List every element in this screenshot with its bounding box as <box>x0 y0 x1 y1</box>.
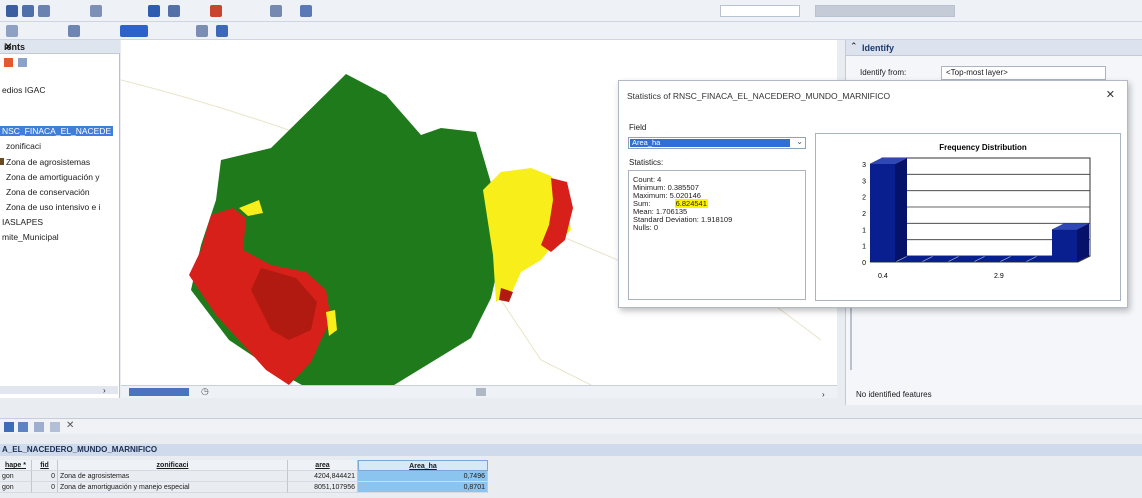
select-by-attributes-icon[interactable] <box>34 422 44 432</box>
table-cell[interactable]: gon <box>0 482 32 493</box>
column-header-area[interactable]: area <box>288 460 358 471</box>
x-tick-label: 0.4 <box>878 273 888 280</box>
toc-item-amortiguacion[interactable]: Zona de amortiguación y <box>6 172 100 182</box>
column-header-fid[interactable]: fid <box>32 460 58 471</box>
attribute-table-title: A_EL_NACEDERO_MUNDO_MARNIFICO <box>2 445 158 454</box>
list-by-drawing-order-icon[interactable] <box>4 58 13 67</box>
main-toolbar <box>0 0 1142 22</box>
y-tick-label: 3 <box>862 178 866 185</box>
map-scrollbar-thumb[interactable] <box>476 388 486 396</box>
dialog-title: Statistics of RNSC_FINACA_EL_NACEDERO_MU… <box>627 91 891 101</box>
zoom-icon[interactable] <box>168 5 180 17</box>
layer-icon[interactable] <box>210 5 222 17</box>
attribute-table-toolbar: ✕ <box>0 418 1142 434</box>
toc-item-medios-igac[interactable]: edios IGAC <box>2 85 45 95</box>
table-of-contents: ients ✕ edios IGAC NSC_FINACA_EL_NACEDE … <box>0 40 120 398</box>
y-tick-label: 1 <box>862 244 866 251</box>
stat-nulls: Nulls: 0 <box>633 223 659 232</box>
toc-item-zonificaci[interactable]: zonificaci <box>6 141 41 151</box>
table-cell[interactable]: 8051,107956 <box>288 482 358 493</box>
bar <box>870 164 895 262</box>
identify-expand-icon[interactable]: › <box>822 390 825 399</box>
column-header-zonificaci[interactable]: zonificaci <box>58 460 288 471</box>
chart-title: Frequency Distribution <box>939 143 1027 152</box>
table-options-icon[interactable] <box>4 422 14 432</box>
table-cell[interactable]: gon <box>0 471 32 482</box>
new-icon[interactable] <box>6 5 18 17</box>
map-status-bar: ◷ <box>121 385 837 398</box>
table-cell[interactable]: 0 <box>32 471 58 482</box>
toc-item-iaslapes[interactable]: IASLAPES <box>2 217 43 227</box>
scroll-right-icon[interactable]: › <box>103 386 106 395</box>
select-icon[interactable] <box>6 25 18 37</box>
related-tables-icon[interactable] <box>18 422 28 432</box>
list-by-source-icon[interactable] <box>18 58 27 67</box>
georeferencing-layer-combo[interactable] <box>720 5 800 17</box>
identify-from-label: Identify from: <box>860 68 907 77</box>
table-cell[interactable]: Zona de amortiguación y manejo especial <box>58 482 288 493</box>
field-label: Field <box>629 123 647 132</box>
save-icon[interactable] <box>38 5 50 17</box>
column-header-shape[interactable]: hape * <box>0 460 32 471</box>
bar-side <box>895 158 907 262</box>
measure-icon[interactable] <box>68 25 80 37</box>
close-icon[interactable]: ✕ <box>4 42 116 53</box>
toc-item-uso-intensivo[interactable]: Zona de uso intensivo e i <box>6 202 101 212</box>
toc-header: ients ✕ <box>0 40 120 54</box>
toc-item-conservacion[interactable]: Zona de conservación <box>6 187 90 197</box>
editor-icon[interactable] <box>300 5 312 17</box>
switch-selection-icon[interactable] <box>50 422 60 432</box>
field-selected-value: Area_ha <box>630 139 790 147</box>
georeferencing-field[interactable] <box>815 5 955 17</box>
refresh-icon[interactable]: ◷ <box>201 386 209 397</box>
y-tick-label: 2 <box>862 195 866 202</box>
toc-item-limite-municipal[interactable]: mite_Municipal <box>2 232 59 242</box>
identify-header: ⌃ Identify <box>846 40 1142 56</box>
frequency-chart-frame: Frequency Distribution 0 1 1 2 2 3 3 0.4 2.9 <box>815 133 1121 301</box>
y-tick-label: 3 <box>862 162 866 169</box>
attribute-table-title-bar: A_EL_NACEDERO_MUNDO_MARNIFICO <box>0 444 1142 456</box>
statistics-dialog: Statistics of RNSC_FINACA_EL_NACEDERO_MU… <box>618 80 1128 308</box>
delete-icon[interactable]: ✕ <box>66 420 74 431</box>
statistics-box: Count: 4 Minimum: 0.385507 Maximum: 5.02… <box>628 170 806 300</box>
field-dropdown[interactable]: Area_ha ⌄ <box>628 137 806 149</box>
x-tick-label: 2.9 <box>994 273 1004 280</box>
identify-tool-icon[interactable] <box>120 25 148 37</box>
y-tick-label: 1 <box>862 227 866 234</box>
column-header-area-ha[interactable]: Area_ha <box>358 460 488 471</box>
y-tick-label: 2 <box>862 211 866 218</box>
basemap-line <box>500 299 592 385</box>
frequency-distribution-chart: Frequency Distribution 0 1 1 2 2 3 3 0.4 2.9 <box>862 143 1091 280</box>
collapse-icon[interactable]: ⌃ <box>850 41 858 52</box>
toc-item-rnsc-layer[interactable]: NSC_FINACA_EL_NACEDE <box>0 126 114 136</box>
layout-view-icons[interactable] <box>129 388 189 396</box>
open-icon[interactable] <box>22 5 34 17</box>
bar-side <box>1077 223 1089 262</box>
close-icon[interactable]: ✕ <box>1106 88 1115 101</box>
undo-icon[interactable] <box>90 5 102 17</box>
table-cell[interactable]: Zona de agrosistemas <box>58 471 288 482</box>
table-cell[interactable]: 0,7496 <box>358 471 488 482</box>
chevron-down-icon[interactable]: ⌄ <box>796 137 803 146</box>
statistics-label: Statistics: <box>629 158 664 167</box>
bar <box>1052 229 1077 262</box>
find-icon[interactable] <box>196 25 208 37</box>
tool-icon[interactable] <box>270 5 282 17</box>
toc-item-agrosistemas[interactable]: Zona de agrosistemas <box>6 157 90 167</box>
table-cell[interactable]: 4204,844421 <box>288 471 358 482</box>
identify-title: Identify <box>862 43 895 53</box>
secondary-toolbar <box>0 22 1142 40</box>
y-tick-label: 0 <box>862 260 866 267</box>
print-icon[interactable] <box>216 25 228 37</box>
identify-status: No identified features <box>856 390 932 399</box>
table-cell[interactable]: 0 <box>32 482 58 493</box>
toc-scrollbar[interactable] <box>0 386 118 394</box>
table-cell[interactable]: 0,8701 <box>358 482 488 493</box>
add-data-icon[interactable] <box>148 5 160 17</box>
identify-from-dropdown[interactable]: <Top-most layer> <box>941 66 1106 80</box>
legend-swatch <box>0 158 4 165</box>
